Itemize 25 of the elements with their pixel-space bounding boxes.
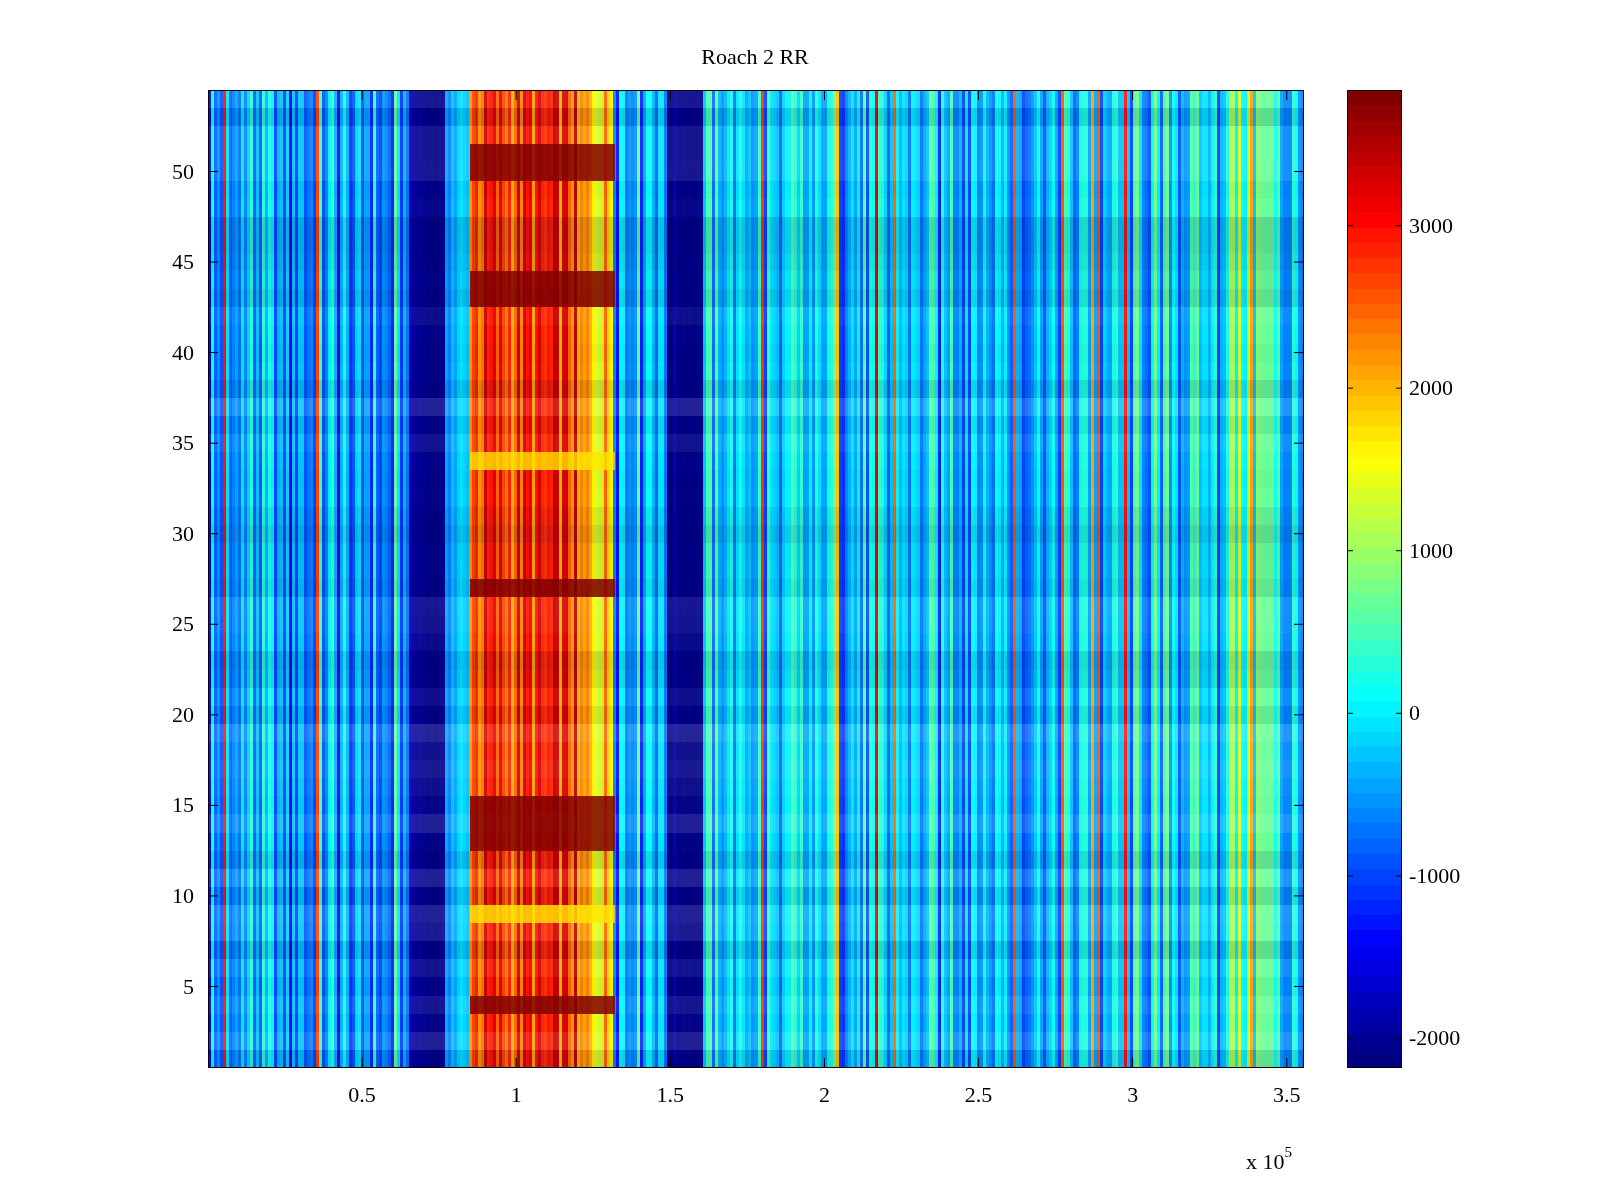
y-tick-label: 25 (172, 611, 194, 638)
y-tick-label: 40 (172, 339, 194, 366)
colorbar-tick-label: -2000 (1409, 1025, 1461, 1052)
x-tick-label: 1 (510, 1082, 522, 1108)
plot-title: Roach 2 RR (700, 44, 810, 70)
colorbar-tick-label: 3000 (1409, 212, 1453, 239)
x-tick-label: 0.5 (348, 1082, 376, 1108)
x-tick-label: 2 (818, 1082, 830, 1108)
y-tick-label: 20 (172, 701, 194, 728)
y-tick-label: 35 (172, 430, 194, 457)
y-tick-label: 5 (183, 973, 194, 1000)
y-tick-label: 10 (172, 882, 194, 909)
colorbar-tick-label: 1000 (1409, 537, 1453, 564)
y-tick-label: 45 (172, 249, 194, 276)
colorbar-tick-label: -1000 (1409, 862, 1461, 889)
y-tick-label: 30 (172, 520, 194, 547)
x-tick-label: 3.5 (1273, 1082, 1301, 1108)
x-tick-label: 1.5 (656, 1082, 685, 1108)
y-tick-label: 15 (172, 792, 194, 819)
colorbar-tick-label: 0 (1409, 700, 1420, 727)
y-tick-label: 50 (172, 158, 194, 185)
colorbar-tick-label: 2000 (1409, 375, 1453, 402)
x-tick-label: 3 (1127, 1082, 1139, 1108)
axis-multiplier: x 10$^{5}$ (1246, 1144, 1292, 1175)
x-tick-label: 2.5 (964, 1082, 993, 1108)
